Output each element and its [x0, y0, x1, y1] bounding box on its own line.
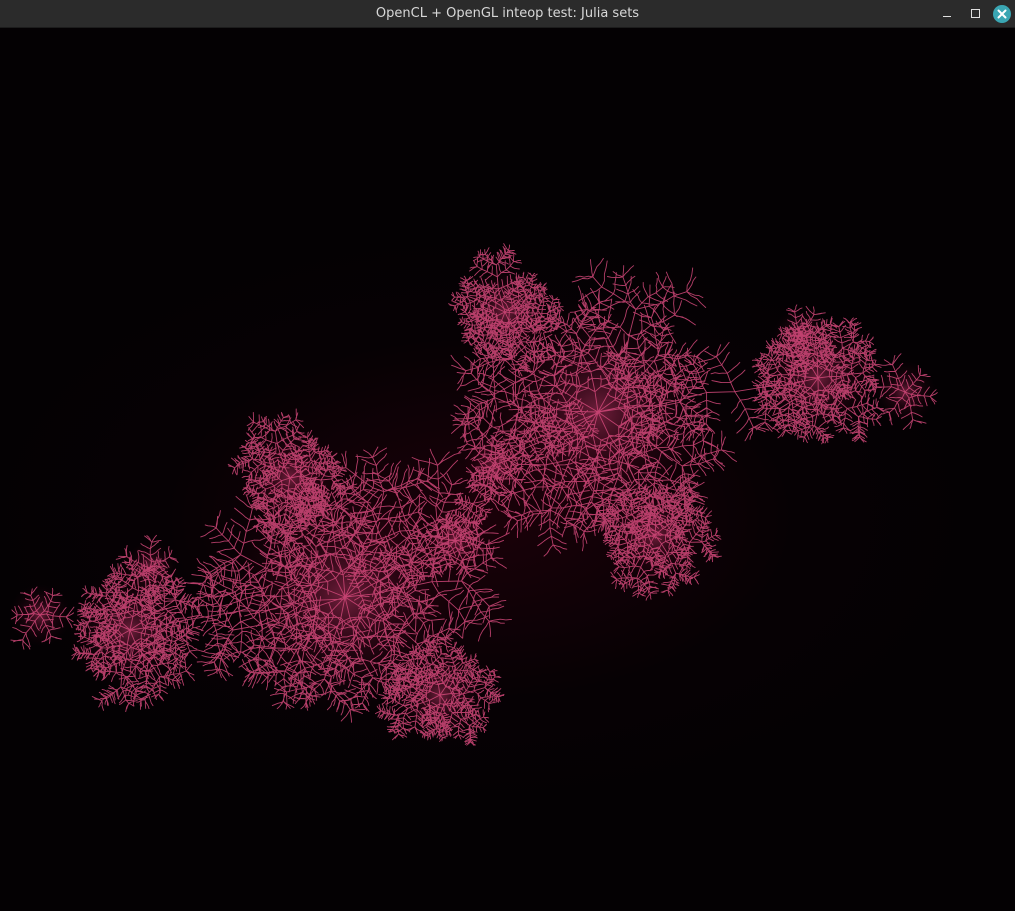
close-button[interactable] — [993, 5, 1011, 23]
window-title: OpenCL + OpenGL inteop test: Julia sets — [375, 6, 640, 21]
julia-set-fractal — [9, 243, 938, 746]
minimize-button[interactable] — [938, 5, 956, 23]
minimize-icon — [943, 16, 951, 17]
maximize-button[interactable] — [966, 5, 984, 23]
maximize-icon — [971, 9, 980, 18]
app-window: OpenCL + OpenGL inteop test: Julia sets — [0, 0, 1015, 911]
render-canvas[interactable] — [0, 28, 1015, 911]
title-bar[interactable]: OpenCL + OpenGL inteop test: Julia sets — [0, 0, 1015, 28]
close-icon — [997, 9, 1007, 19]
